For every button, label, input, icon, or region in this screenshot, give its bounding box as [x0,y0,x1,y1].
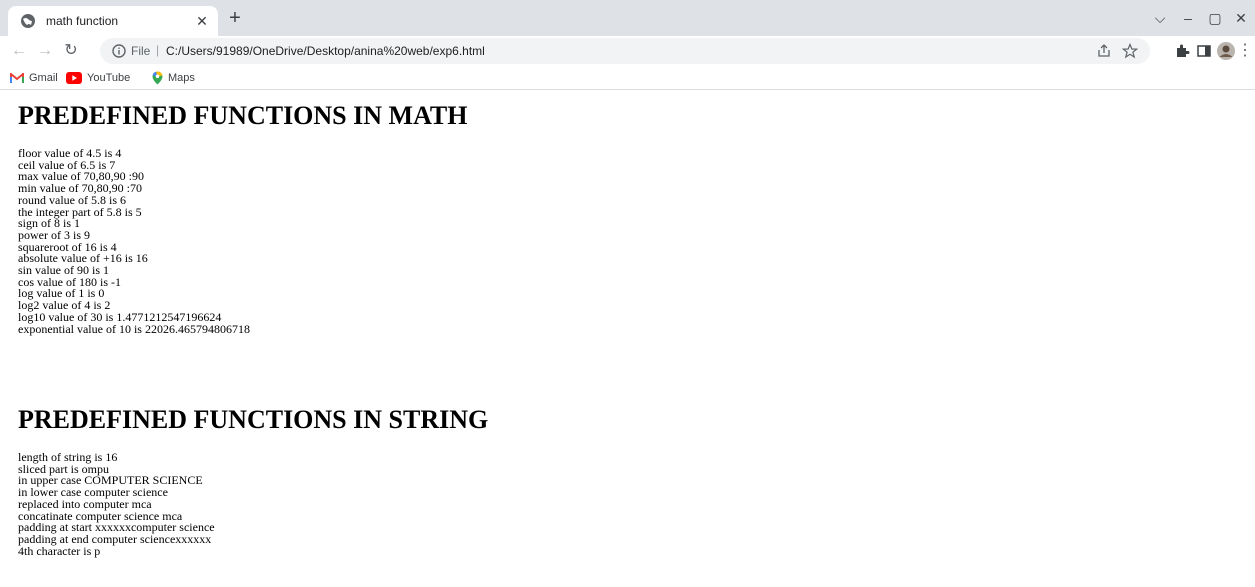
bookmark-star-icon[interactable] [1122,43,1138,59]
bookmark-gmail[interactable]: Gmail [10,70,58,86]
extensions-icon[interactable] [1174,43,1190,59]
string-results: length of string is 16 sliced part is om… [18,451,215,558]
browser-tab[interactable]: math function ✕ [8,6,218,36]
math-line: exponential value of 10 is 22026.4657948… [18,321,250,336]
close-tab-icon[interactable]: ✕ [194,13,210,29]
share-icon[interactable] [1096,43,1112,59]
bookmark-youtube[interactable]: YouTube [66,70,130,86]
menu-icon[interactable]: ⋮ [1237,40,1253,62]
side-panel-icon[interactable] [1196,43,1212,59]
forward-button[interactable]: → [34,40,56,62]
tab-title: math function [46,14,119,28]
url-separator: | [156,43,160,57]
browser-toolbar: ← → ↻ File | C:/Users/91989/OneDrive/Des… [0,36,1255,66]
string-line: 4th character is p [18,543,101,558]
math-results: floor value of 4.5 is 4 ceil value of 6.… [18,147,250,336]
string-heading: PREDEFINED FUNCTIONS IN STRING [18,405,489,434]
address-bar[interactable]: File | C:/Users/91989/OneDrive/Desktop/a… [100,38,1150,64]
restore-button[interactable]: ▢ [1205,8,1225,28]
back-button[interactable]: ← [8,40,30,62]
math-heading: PREDEFINED FUNCTIONS IN MATH [18,101,468,130]
new-tab-button[interactable]: + [226,8,244,28]
maps-pin-icon [152,71,163,85]
bookmark-label: Gmail [29,72,58,84]
bookmarks-bar: Gmail YouTube Maps [0,66,1255,90]
bookmark-label: YouTube [87,72,131,84]
reload-button[interactable]: ↻ [60,40,82,62]
info-icon[interactable] [112,44,126,58]
bookmark-label: Maps [168,72,195,84]
profile-avatar-icon[interactable] [1216,41,1236,61]
bookmark-maps[interactable]: Maps [152,70,195,86]
url-text[interactable]: C:/Users/91989/OneDrive/Desktop/anina%20… [166,44,485,58]
url-scheme: File [131,44,151,58]
page-content: PREDEFINED FUNCTIONS IN MATH floor value… [0,91,1255,587]
gmail-icon [10,72,24,83]
globe-icon [21,14,35,28]
minimize-button[interactable]: – [1178,8,1198,28]
tab-strip: math function ✕ + ⌵ – ▢ ✕ [0,0,1255,36]
tab-search-icon[interactable]: ⌵ [1150,8,1170,28]
close-window-button[interactable]: ✕ [1231,8,1251,28]
youtube-icon [66,72,82,84]
